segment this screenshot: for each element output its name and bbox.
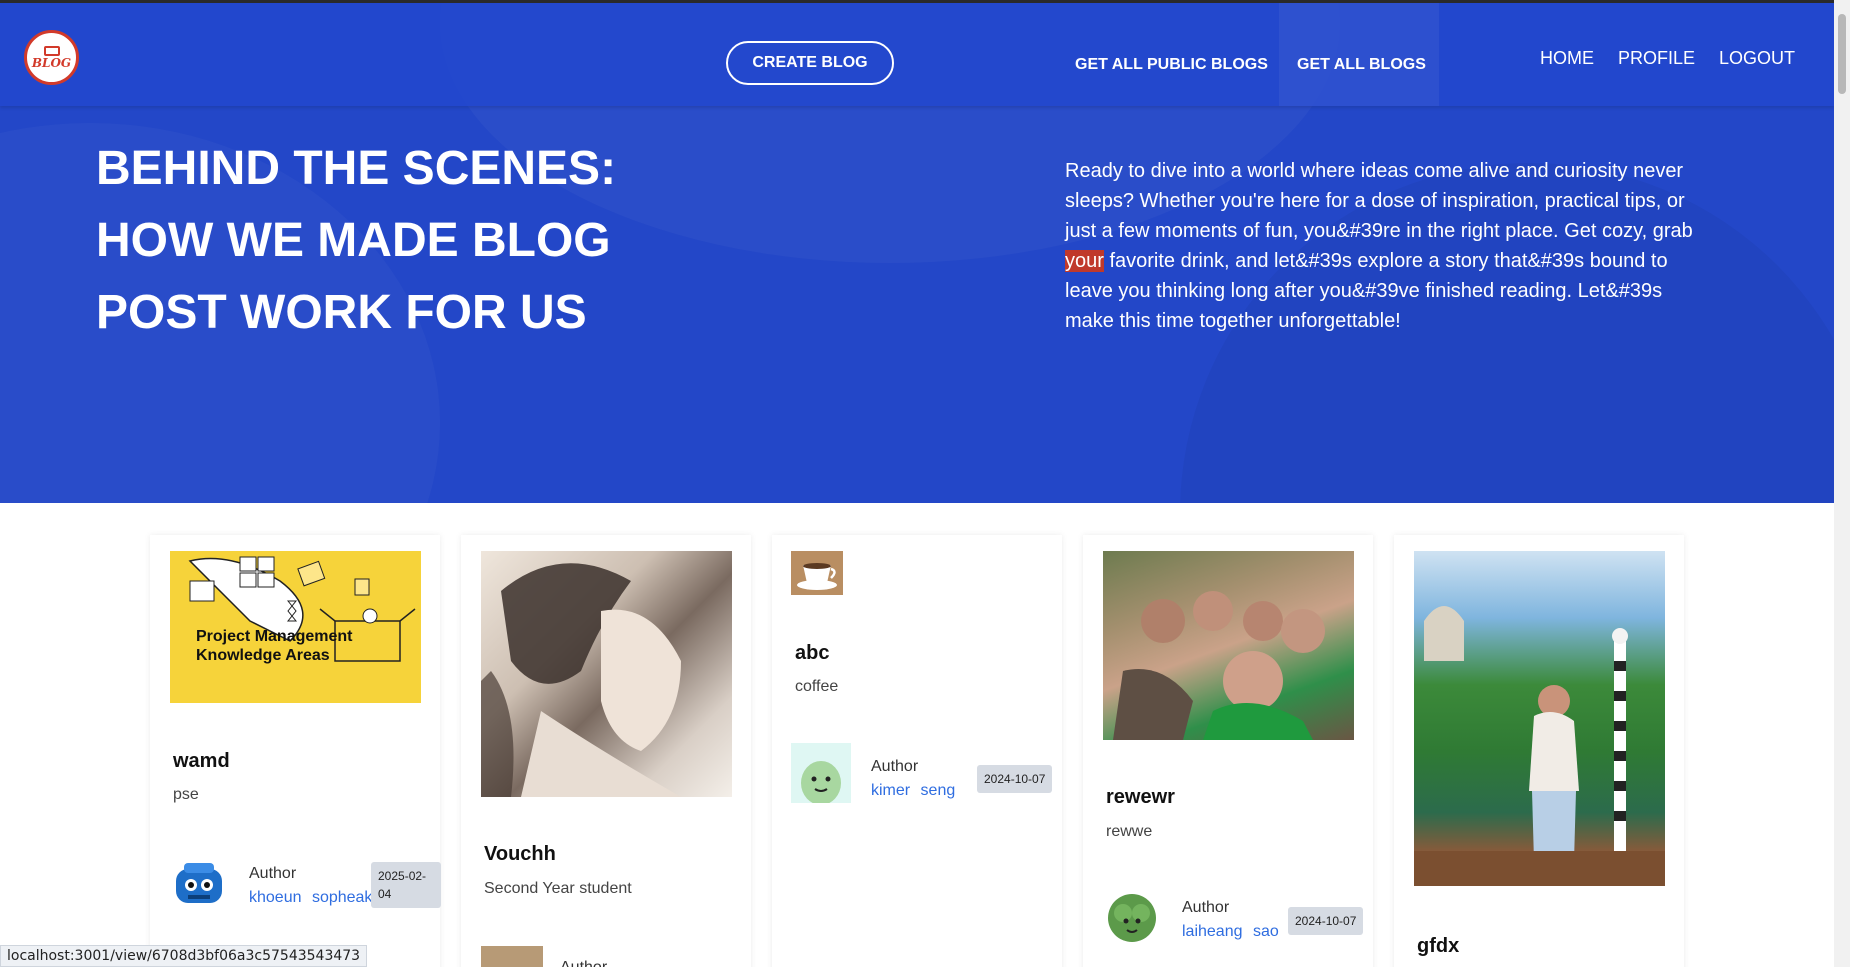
group-photo-illustration (1113, 591, 1325, 740)
blog-card[interactable]: rewewr rewwe Author laiheang sao 2024-10… (1083, 535, 1373, 967)
scrollbar-thumb[interactable] (1838, 14, 1846, 94)
create-blog-button[interactable]: CREATE BLOG (726, 41, 894, 85)
blog-card-subtitle: pse (173, 786, 199, 803)
coffee-cup-icon (797, 563, 837, 590)
plant-avatar-icon (1108, 894, 1156, 942)
logo-text: BLOG (31, 56, 72, 70)
nav-get-all-public-blogs[interactable]: GET ALL PUBLIC BLOGS (1075, 56, 1268, 74)
blog-card-image[interactable] (1103, 551, 1354, 740)
blog-logo[interactable]: BLOG (24, 30, 79, 85)
blog-card-image[interactable] (1414, 551, 1665, 886)
hero-title: BEHIND THE SCENES: HOW WE MADE BLOG POST… (96, 133, 716, 349)
nav-home[interactable]: HOME (1540, 48, 1594, 69)
blog-card-image[interactable]: Project Management Knowledge Areas (170, 551, 421, 703)
blog-card[interactable]: abc coffee Author kimer seng 2024-10-07 (772, 535, 1062, 967)
author-name-link[interactable]: laiheang sao (1182, 923, 1279, 941)
hero-title-line: HOW WE MADE BLOG (96, 214, 611, 267)
blog-card-title[interactable]: wamd (173, 750, 230, 773)
nav-logout[interactable]: LOGOUT (1719, 48, 1795, 69)
blog-card-subtitle: coffee (795, 678, 839, 695)
status-bar-url: localhost:3001/view/6708d3bf06a3c5754354… (0, 945, 368, 967)
blog-card-subtitle: rewwe (1106, 823, 1153, 840)
blog-card-title[interactable]: Vouchh (484, 843, 556, 866)
blog-card-image[interactable] (791, 551, 843, 595)
author-avatar (1103, 889, 1161, 947)
author-avatar (791, 743, 851, 803)
blog-card[interactable]: gfdx (1394, 535, 1684, 967)
author-label: Author (560, 959, 607, 967)
nav-get-all-blogs[interactable]: GET ALL BLOGS (1297, 56, 1426, 74)
page: BLOG CREATE BLOG GET ALL PUBLIC BLOGS GE… (0, 0, 1850, 967)
author-avatar (481, 946, 543, 967)
laptop-icon (43, 46, 60, 56)
turtle-avatar-icon (801, 761, 841, 803)
author-label: Author (871, 758, 919, 775)
hero-title-line: POST WORK FOR US (96, 286, 587, 339)
blog-card-title[interactable]: gfdx (1417, 935, 1459, 958)
nav-profile[interactable]: PROFILE (1618, 48, 1695, 69)
author-label: Author (1182, 899, 1230, 916)
date-badge: 2024-10-07 (977, 765, 1053, 793)
blog-card-image[interactable] (481, 551, 732, 797)
date-badge: 2025-02-04 (371, 862, 441, 908)
blog-card-title[interactable]: abc (795, 642, 829, 665)
blog-card-title[interactable]: rewewr (1106, 786, 1175, 809)
travel-photo-illustration (1414, 606, 1665, 886)
image-caption: Project Management Knowledge Areas (196, 628, 353, 664)
blog-card[interactable]: Project Management Knowledge Areas wamd … (150, 535, 441, 967)
author-label: Author (249, 865, 297, 882)
blog-card[interactable]: Vouchh Second Year student Author (461, 535, 751, 967)
portrait-illustration (481, 563, 681, 797)
hero-description: Ready to dive into a world where ideas c… (1065, 156, 1705, 336)
author-name-link[interactable]: kimer seng (871, 782, 955, 800)
author-name-link[interactable]: khoeun sopheak (249, 889, 372, 907)
page-scrollbar[interactable] (1834, 0, 1850, 967)
hero-section: BLOG CREATE BLOG GET ALL PUBLIC BLOGS GE… (0, 3, 1834, 503)
nav-active-highlight (1279, 3, 1439, 106)
robot-avatar-icon (176, 863, 222, 903)
blog-card-subtitle: Second Year student (484, 880, 632, 897)
navbar: BLOG CREATE BLOG GET ALL PUBLIC BLOGS GE… (0, 3, 1834, 106)
author-avatar (170, 855, 228, 913)
hero-desc-text: Ready to dive into a world where ideas c… (1065, 160, 1693, 242)
date-badge: 2024-10-07 (1288, 907, 1364, 935)
hero-title-line: BEHIND THE SCENES: (96, 142, 617, 195)
hero-desc-highlight: your (1065, 250, 1104, 272)
hero-desc-text: favorite drink, and let&#39s explore a s… (1065, 250, 1668, 332)
